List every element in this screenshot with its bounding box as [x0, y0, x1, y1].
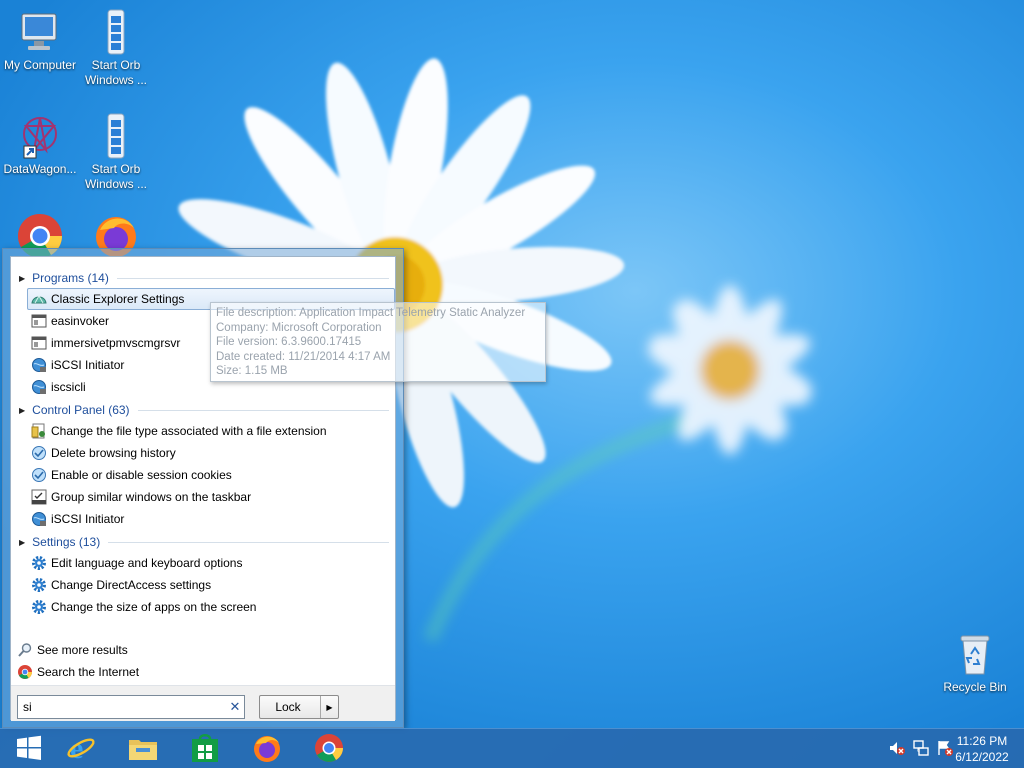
desktop-icon-recycle-bin[interactable]: Recycle Bin	[935, 630, 1015, 695]
desktop-icon-my-computer[interactable]: My Computer	[0, 8, 80, 73]
taskbar-store[interactable]	[176, 729, 234, 768]
result-item-label: Change the size of apps on the screen	[51, 600, 257, 614]
taskbar-clock[interactable]: 11:26 PM 6/12/2022	[950, 733, 1014, 765]
app-window-icon	[31, 335, 47, 351]
result-item-label: Classic Explorer Settings	[51, 292, 185, 306]
taskbar-file-explorer[interactable]	[114, 729, 172, 768]
default-programs-icon	[31, 423, 47, 439]
desktop-icon-label: Start Orb Windows ...	[84, 162, 147, 191]
result-item-change-file-type[interactable]: Change the file type associated with a f…	[27, 420, 395, 442]
result-item-label: Change the file type associated with a f…	[51, 424, 327, 438]
taskbar-firefox[interactable]	[238, 729, 296, 768]
iscsi-globe-icon	[31, 511, 47, 527]
desktop-icon-label: Start Orb Windows ...	[84, 58, 147, 87]
classic-shell-icon	[31, 291, 47, 307]
result-item-change-app-size[interactable]: Change the size of apps on the screen	[27, 596, 395, 618]
clock-date: 6/12/2022	[955, 750, 1009, 764]
taskbar: e 11:26 PM 6/12/2022	[0, 728, 1024, 768]
see-more-results-label: See more results	[37, 643, 128, 657]
recycle-bin-icon	[951, 630, 999, 678]
result-item-label: iSCSI Initiator	[51, 512, 125, 526]
search-input[interactable]	[23, 700, 226, 714]
result-item-label: Group similar windows on the taskbar	[51, 490, 252, 504]
result-item-label: immersivetpmvscmgrsvr	[51, 336, 181, 350]
internet-options-icon	[31, 467, 47, 483]
desktop-icon-start-orb-1[interactable]: Start Orb Windows ...	[76, 8, 156, 88]
group-header-label: Programs (14)	[32, 271, 109, 285]
lock-button[interactable]: Lock ▶	[259, 695, 339, 719]
iscsi-globe-icon	[31, 357, 47, 373]
result-item-label: Enable or disable session cookies	[51, 468, 232, 482]
firefox-icon	[251, 732, 283, 767]
volume-muted-icon[interactable]	[888, 739, 906, 760]
desktop-icon-datawagon[interactable]: DataWagon...	[0, 112, 80, 177]
result-item-label: Edit language and keyboard options	[51, 556, 243, 570]
divider	[137, 409, 389, 411]
gear-icon	[31, 577, 47, 593]
clock-time: 11:26 PM	[956, 734, 1008, 748]
desktop-icon-label: My Computer	[3, 58, 77, 72]
file-explorer-icon	[127, 732, 159, 767]
result-item-directaccess[interactable]: Change DirectAccess settings	[27, 574, 395, 596]
group-header-label: Settings (13)	[32, 535, 101, 549]
result-item-label: easinvoker	[51, 314, 110, 328]
result-item-label: Delete browsing history	[51, 446, 176, 460]
see-more-results-link[interactable]: See more results	[17, 640, 128, 660]
taskbar-settings-icon	[31, 489, 47, 505]
internet-explorer-icon: e	[65, 732, 97, 767]
network-icon[interactable]	[912, 739, 930, 760]
group-header-programs[interactable]: ▶ Programs (14)	[19, 269, 389, 287]
result-item-group-similar-windows[interactable]: Group similar windows on the taskbar	[27, 486, 395, 508]
app-window-icon	[31, 313, 47, 329]
tooltip-file-description: File description: Application Impact Tel…	[216, 307, 526, 319]
start-orb-icon	[92, 8, 140, 56]
internet-options-icon	[31, 445, 47, 461]
divider	[108, 541, 389, 543]
start-button[interactable]	[0, 729, 58, 768]
start-menu-search-bar: ✕ Lock ▶	[11, 685, 395, 721]
taskbar-chrome[interactable]	[300, 729, 358, 768]
search-internet-link[interactable]: Search the Internet	[17, 662, 139, 682]
tooltip-file-version: File version: 6.3.9600.17415	[216, 336, 362, 349]
computer-icon	[16, 8, 64, 56]
tooltip-date-created: Date created: 11/21/2014 4:17 AM	[216, 350, 391, 363]
expand-arrow-icon: ▶	[19, 537, 26, 547]
result-item-session-cookies[interactable]: Enable or disable session cookies	[27, 464, 395, 486]
desktop-icon-label: DataWagon...	[3, 162, 77, 176]
desktop-icon-start-orb-2[interactable]: Start Orb Windows ...	[76, 112, 156, 192]
result-item-label: iSCSI Initiator	[51, 358, 125, 372]
search-field[interactable]: ✕	[17, 695, 245, 719]
lock-button-label: Lock	[275, 700, 301, 714]
windows-logo-icon	[15, 734, 43, 765]
group-header-label: Control Panel (63)	[32, 403, 130, 417]
datawagon-icon	[16, 112, 64, 160]
shutdown-options-arrow-icon[interactable]: ▶	[320, 696, 338, 718]
group-header-settings[interactable]: ▶ Settings (13)	[19, 533, 389, 551]
result-item-label: Change DirectAccess settings	[51, 578, 212, 592]
result-item-iscsi-initiator-cp[interactable]: iSCSI Initiator	[27, 508, 395, 530]
result-item-edit-language[interactable]: Edit language and keyboard options	[27, 552, 395, 574]
tooltip-company: Company: Microsoft Corporation	[216, 321, 382, 334]
group-header-control-panel[interactable]: ▶ Control Panel (63)	[19, 401, 389, 419]
expand-arrow-icon: ▶	[19, 273, 26, 283]
tooltip-size: Size: 1.15 MB	[216, 365, 288, 378]
result-item-label: iscsicli	[51, 380, 86, 394]
file-info-tooltip: File description: Application Impact Tel…	[210, 302, 546, 382]
store-icon	[189, 732, 221, 767]
gear-icon	[31, 599, 47, 615]
desktop-icon-label: Recycle Bin	[943, 680, 1007, 694]
divider	[116, 277, 389, 279]
system-tray	[888, 739, 954, 759]
chrome-icon	[313, 732, 345, 767]
gear-icon	[31, 555, 47, 571]
search-internet-label: Search the Internet	[37, 665, 140, 679]
expand-arrow-icon: ▶	[19, 405, 26, 415]
result-item-delete-browsing-history[interactable]: Delete browsing history	[27, 442, 395, 464]
iscsi-globe-icon	[31, 379, 47, 395]
chrome-icon	[17, 664, 33, 680]
clear-search-icon[interactable]: ✕	[226, 699, 244, 715]
start-orb-icon	[92, 112, 140, 160]
taskbar-internet-explorer[interactable]: e	[52, 729, 110, 768]
search-icon	[17, 642, 33, 658]
